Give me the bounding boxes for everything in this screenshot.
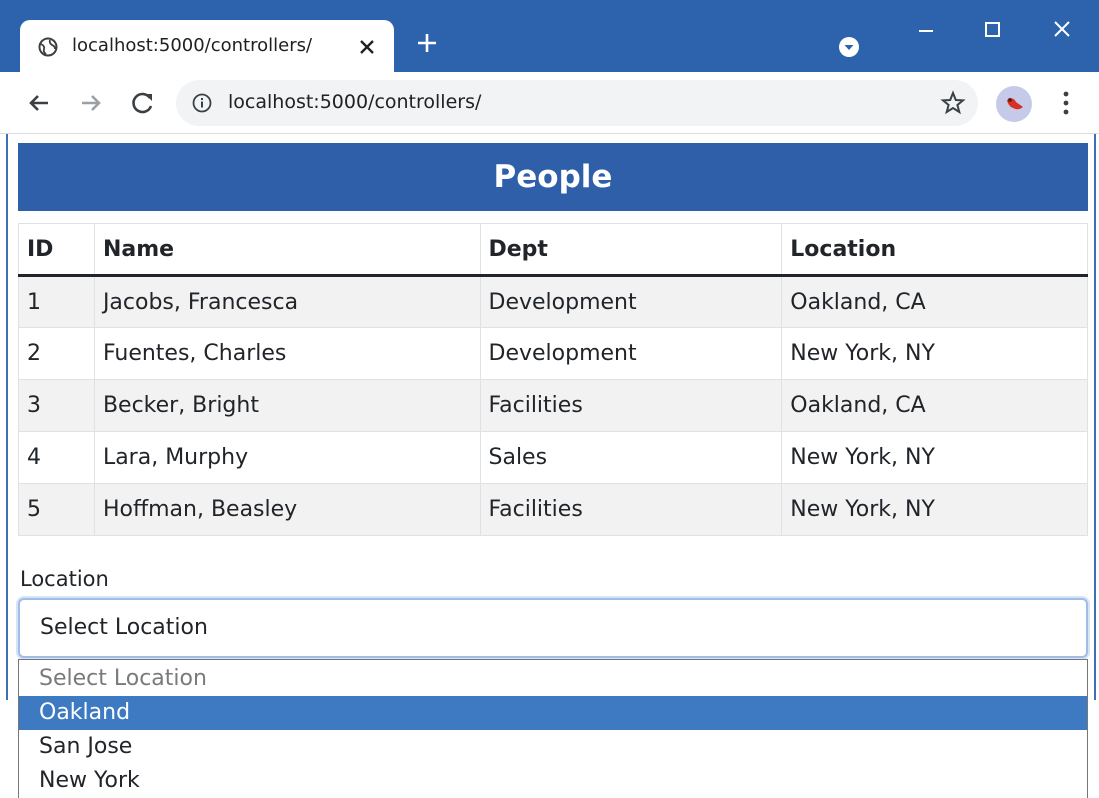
address-bar[interactable]: localhost:5000/controllers/: [176, 80, 978, 126]
cell-dept: Development: [479, 327, 783, 380]
plus-icon[interactable]: [412, 28, 442, 58]
window-border-right: [1094, 134, 1096, 700]
cell-location: New York, NY: [781, 483, 1088, 536]
cell-dept: Facilities: [479, 379, 783, 432]
tab-title: localhost:5000/controllers/: [72, 35, 313, 56]
location-select-value: Select Location: [40, 615, 208, 640]
forward-arrow-icon[interactable]: [74, 86, 108, 120]
table-row: 1 Jacobs, Francesca Development Oakland,…: [18, 275, 1088, 328]
page-title: People: [18, 143, 1088, 211]
maximize-icon[interactable]: [974, 14, 1010, 44]
close-icon[interactable]: [352, 32, 382, 62]
cell-dept: Sales: [479, 431, 783, 484]
location-dropdown-list: Select Location Oakland San Jose New Yor…: [18, 659, 1088, 798]
option-oakland[interactable]: Oakland: [19, 696, 1087, 730]
cell-location: New York, NY: [781, 431, 1088, 484]
cell-id: 4: [18, 431, 95, 484]
location-select[interactable]: Select Location: [18, 598, 1088, 658]
chevron-down-icon[interactable]: [838, 36, 860, 58]
cell-location: Oakland, CA: [781, 275, 1088, 328]
globe-icon: [38, 37, 58, 57]
close-window-icon[interactable]: [1044, 14, 1080, 44]
cell-location: Oakland, CA: [781, 379, 1088, 432]
url-text[interactable]: localhost:5000/controllers/: [228, 91, 481, 113]
cell-name: Becker, Bright: [93, 379, 481, 432]
browser-toolbar: localhost:5000/controllers/: [0, 72, 1099, 134]
browser-titlebar: localhost:5000/controllers/: [0, 0, 1099, 72]
table-row: 3 Becker, Bright Facilities Oakland, CA: [18, 379, 1088, 432]
reload-icon[interactable]: [126, 86, 160, 120]
table-row: 4 Lara, Murphy Sales New York, NY: [18, 431, 1088, 484]
avatar-icon[interactable]: [996, 86, 1032, 122]
cell-id: 5: [18, 483, 95, 536]
minimize-icon[interactable]: [908, 14, 944, 44]
cell-name: Jacobs, Francesca: [93, 275, 481, 328]
cell-id: 2: [18, 327, 95, 380]
browser-tab[interactable]: localhost:5000/controllers/: [20, 20, 394, 72]
column-header-name: Name: [93, 223, 481, 277]
back-arrow-icon[interactable]: [22, 86, 56, 120]
cell-name: Lara, Murphy: [93, 431, 481, 484]
column-header-id: ID: [18, 223, 95, 277]
cell-id: 1: [18, 275, 95, 328]
info-icon[interactable]: [192, 93, 212, 113]
table-row: 2 Fuentes, Charles Development New York,…: [18, 327, 1088, 380]
star-icon[interactable]: [940, 90, 966, 116]
cell-dept: Facilities: [479, 483, 783, 536]
table-header-row: ID Name Dept Location: [18, 223, 1088, 277]
cell-name: Fuentes, Charles: [93, 327, 481, 380]
option-select-location[interactable]: Select Location: [19, 662, 1087, 696]
people-table: ID Name Dept Location 1 Jacobs, Francesc…: [18, 223, 1088, 536]
column-header-dept: Dept: [479, 223, 783, 277]
cell-name: Hoffman, Beasley: [93, 483, 481, 536]
cell-dept: Development: [479, 275, 783, 328]
more-vert-icon[interactable]: [1058, 88, 1074, 118]
table-row: 5 Hoffman, Beasley Facilities New York, …: [18, 483, 1088, 536]
cell-id: 3: [18, 379, 95, 432]
column-header-location: Location: [781, 223, 1088, 277]
option-new-york[interactable]: New York: [19, 764, 1087, 798]
window-border-left: [6, 134, 8, 700]
cell-location: New York, NY: [781, 327, 1088, 380]
option-san-jose[interactable]: San Jose: [19, 730, 1087, 764]
location-label: Location: [20, 567, 109, 591]
